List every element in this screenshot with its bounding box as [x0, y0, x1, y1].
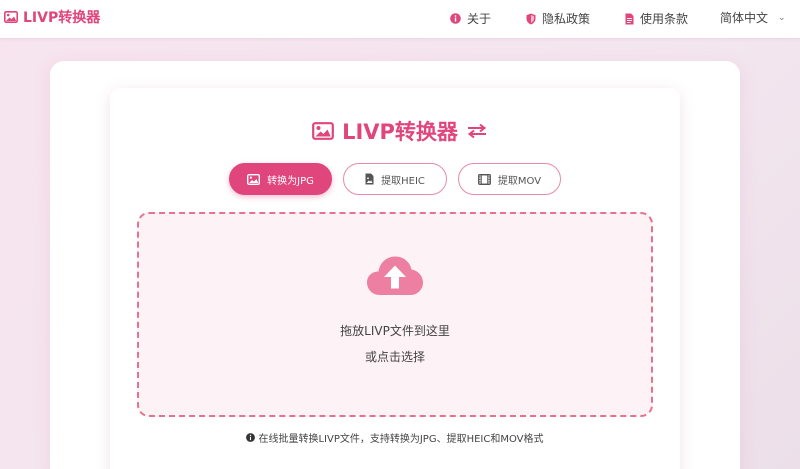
- film-icon: [477, 173, 491, 185]
- nav-terms-label: 使用条款: [640, 12, 689, 26]
- chevron-down-icon: ⌄: [778, 12, 786, 23]
- nav-about[interactable]: 关于: [450, 10, 491, 27]
- dropzone-secondary-text: 或点击选择: [364, 350, 425, 364]
- extract-mov-label: 提取MOV: [497, 175, 542, 187]
- dropzone-primary-text: 拖放LIVP文件到这里: [340, 324, 450, 338]
- info-hint: 在线批量转换LIVP文件，支持转换为JPG、提取HEIC和MOV格式: [0, 430, 790, 445]
- image-icon: [4, 11, 18, 23]
- document-icon: [625, 13, 634, 24]
- extract-heic-button[interactable]: 提取HEIC: [343, 163, 447, 195]
- language-select[interactable]: 简体中文 ⌄: [720, 9, 786, 26]
- brand-logo[interactable]: LIVP转换器: [4, 7, 100, 27]
- convert-jpg-button[interactable]: 转换为JPG: [229, 163, 332, 195]
- shield-icon: [526, 13, 536, 24]
- title-text: LIVP转换器: [342, 120, 458, 144]
- nav-privacy-label: 隐私政策: [542, 12, 591, 26]
- nav-about-label: 关于: [467, 12, 492, 26]
- cloud-upload-icon: [367, 256, 423, 295]
- image-icon: [312, 122, 334, 140]
- extract-mov-button[interactable]: 提取MOV: [458, 163, 561, 195]
- info-icon: [450, 13, 461, 24]
- nav-privacy[interactable]: 隐私政策: [526, 10, 590, 27]
- language-value: 简体中文: [720, 11, 769, 25]
- page-title: LIVP转换器: [0, 116, 800, 146]
- file-dropzone[interactable]: [137, 212, 653, 417]
- brand-title: LIVP转换器: [23, 10, 101, 26]
- top-navbar: LIVP转换器 关于 隐私政策 使用条款 简体中文 ⌄: [0, 0, 800, 38]
- extract-heic-label: 提取HEIC: [381, 175, 425, 187]
- nav-terms[interactable]: 使用条款: [625, 10, 688, 27]
- file-image-icon: [365, 173, 374, 185]
- hint-text: 在线批量转换LIVP文件，支持转换为JPG、提取HEIC和MOV格式: [258, 434, 544, 445]
- exchange-icon: [467, 123, 487, 139]
- image-icon: [247, 173, 261, 185]
- convert-jpg-label: 转换为JPG: [267, 175, 314, 187]
- info-icon: [246, 433, 256, 442]
